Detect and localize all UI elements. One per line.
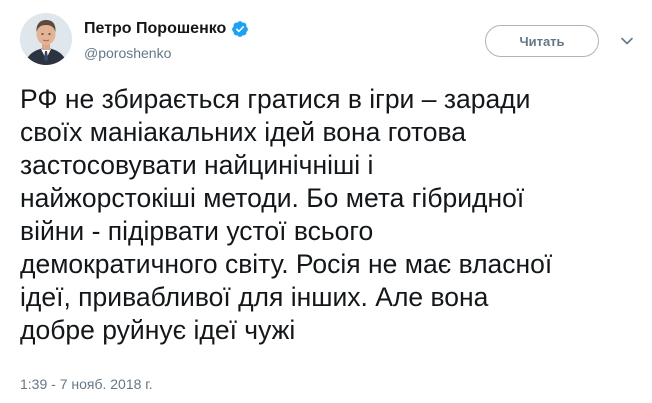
tweet-text-line: застосовувати найцинічніші і: [20, 150, 374, 180]
author-handle[interactable]: @poroshenko: [84, 44, 249, 62]
follow-button[interactable]: Читать: [485, 25, 599, 57]
verified-badge-icon: [231, 20, 249, 38]
tweet-text-line: ідеї, привабливої для інших. Але вона: [20, 282, 489, 312]
author-block: Петро Порошенко @poroshenko: [84, 18, 249, 62]
tweet-text-line: своїх маніакальних ідей вона готова: [20, 117, 467, 147]
avatar[interactable]: [20, 13, 72, 65]
tweet-card: Петро Порошенко @poroshenko Читать РФ не…: [0, 0, 652, 403]
tweet-text-line: РФ не збирається гратися в ігри – заради: [20, 84, 531, 114]
avatar-image: [20, 13, 72, 65]
author-name[interactable]: Петро Порошенко: [84, 19, 226, 39]
tweet-text-line: війни - підірвати устої всього: [20, 216, 374, 246]
author-name-row: Петро Порошенко: [84, 18, 249, 40]
tweet-text-line: добре руйнує ідеї чужі: [20, 315, 296, 345]
tweet-text-line: найжорстокіші методи. Бо мета гібридної: [20, 183, 525, 213]
tweet-timestamp[interactable]: 1:39 - 7 нояб. 2018 г.: [20, 375, 153, 393]
chevron-down-icon[interactable]: [620, 34, 634, 48]
tweet-text-line: демократичного світу. Росія не має власн…: [20, 249, 553, 279]
tweet-text: РФ не збирається гратися в ігри – заради…: [20, 83, 630, 347]
